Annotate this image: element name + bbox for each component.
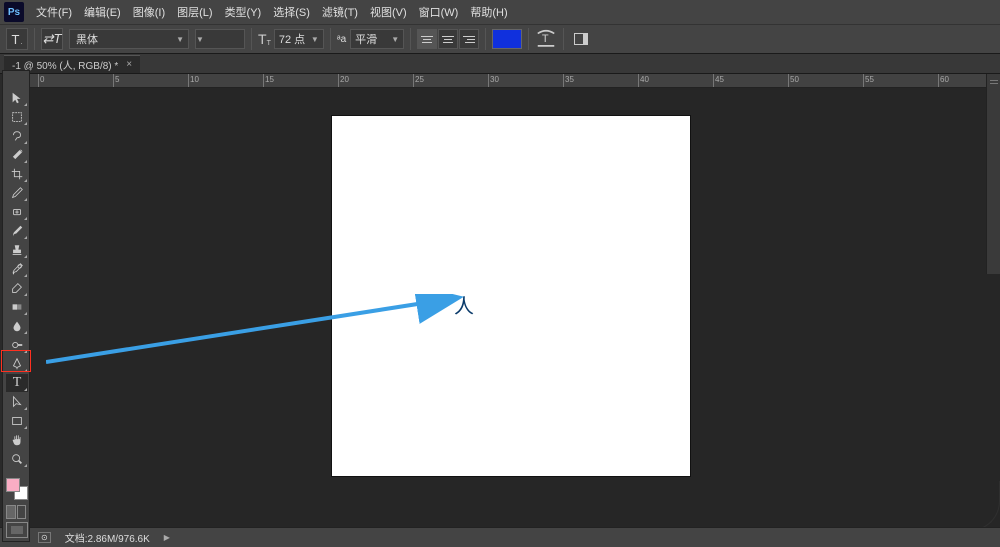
exposure-icon[interactable]: ⊙: [38, 532, 51, 543]
history-brush-tool[interactable]: [6, 260, 28, 278]
ruler-horizontal[interactable]: 051015202530354045505560: [18, 74, 1000, 88]
divider: [410, 28, 411, 50]
close-tab-icon[interactable]: ×: [126, 59, 132, 70]
canvas-area: 051015202530354045505560 人: [4, 74, 1000, 527]
color-picker[interactable]: [6, 478, 28, 500]
divider: [34, 28, 35, 50]
blur-tool[interactable]: [6, 317, 28, 335]
menu-window[interactable]: 窗口(W): [419, 4, 459, 20]
foreground-color[interactable]: [6, 478, 20, 492]
text-color-swatch[interactable]: [492, 29, 522, 49]
menu-layer[interactable]: 图层(L): [177, 4, 212, 20]
tool-preset-icon[interactable]: T.: [6, 28, 28, 50]
ps-logo: Ps: [4, 2, 24, 22]
menu-type[interactable]: 类型(Y): [225, 4, 262, 20]
eyedropper-tool[interactable]: [6, 184, 28, 202]
menu-file[interactable]: 文件(F): [36, 4, 72, 20]
doc-size[interactable]: 文档:2.86M/976.6K: [65, 530, 150, 545]
workspace: T 051015202530354045505560 人: [0, 74, 1000, 527]
warp-text-button[interactable]: T: [535, 28, 557, 50]
canvas-text-layer[interactable]: 人: [454, 290, 474, 319]
menu-view[interactable]: 视图(V): [370, 4, 407, 20]
toolbox: T: [2, 70, 30, 542]
menu-select[interactable]: 选择(S): [273, 4, 310, 20]
font-style-select[interactable]: [195, 29, 245, 49]
antialias-select[interactable]: 平滑: [350, 29, 404, 49]
text-orientation-toggle[interactable]: ⇄T: [41, 28, 63, 50]
menu-image[interactable]: 图像(I): [133, 4, 165, 20]
menu-help[interactable]: 帮助(H): [470, 4, 507, 20]
divider: [330, 28, 331, 50]
statusbar-menu-icon[interactable]: ▶: [164, 533, 170, 542]
brush-tool[interactable]: [6, 222, 28, 240]
move-tool[interactable]: [6, 89, 28, 107]
font-family-select[interactable]: 黑体: [69, 29, 189, 49]
status-bar: 50% ⊙ 文档:2.86M/976.6K ▶: [0, 527, 1000, 547]
quickmask-toggle[interactable]: [6, 505, 26, 519]
align-left-button[interactable]: [417, 29, 437, 49]
eraser-tool[interactable]: [6, 279, 28, 297]
wand-tool[interactable]: [6, 146, 28, 164]
gradient-tool[interactable]: [6, 298, 28, 316]
panel-dock[interactable]: [986, 74, 1000, 274]
marquee-tool[interactable]: [6, 108, 28, 126]
align-right-button[interactable]: [459, 29, 479, 49]
path-select-tool[interactable]: [6, 393, 28, 411]
healing-tool[interactable]: [6, 203, 28, 221]
character-panel-button[interactable]: [570, 28, 592, 50]
lasso-tool[interactable]: [6, 127, 28, 145]
pen-tool[interactable]: [6, 355, 28, 373]
document-canvas[interactable]: [332, 116, 690, 476]
crop-tool[interactable]: [6, 165, 28, 183]
warp-icon: T: [535, 28, 557, 50]
font-size-select[interactable]: 72 点: [274, 29, 324, 49]
antialias-icon: ᵃa: [337, 34, 346, 45]
text-align-group: [417, 29, 479, 49]
zoom-tool[interactable]: [6, 450, 28, 468]
antialias-group: ᵃa 平滑: [337, 29, 404, 49]
menu-edit[interactable]: 编辑(E): [84, 4, 121, 20]
svg-text:T: T: [542, 33, 549, 45]
font-size-icon: TT: [258, 31, 271, 47]
document-tab-bar: -1 @ 50% (人, RGB/8) * ×: [0, 54, 1000, 74]
dock-grip-icon: [990, 80, 998, 84]
font-size-group: TT 72 点: [258, 29, 324, 49]
screenmode-button[interactable]: [6, 522, 28, 538]
divider: [563, 28, 564, 50]
type-tool[interactable]: T: [6, 374, 28, 392]
hand-tool[interactable]: [6, 431, 28, 449]
menu-filter[interactable]: 滤镜(T): [322, 4, 358, 20]
menu-bar: Ps 文件(F) 编辑(E) 图像(I) 图层(L) 类型(Y) 选择(S) 滤…: [0, 0, 1000, 24]
options-bar: T. ⇄T 黑体 TT 72 点 ᵃa 平滑 T: [0, 24, 1000, 54]
dodge-tool[interactable]: [6, 336, 28, 354]
divider: [251, 28, 252, 50]
divider: [485, 28, 486, 50]
divider: [528, 28, 529, 50]
stamp-tool[interactable]: [6, 241, 28, 259]
align-center-button[interactable]: [438, 29, 458, 49]
shape-tool[interactable]: [6, 412, 28, 430]
